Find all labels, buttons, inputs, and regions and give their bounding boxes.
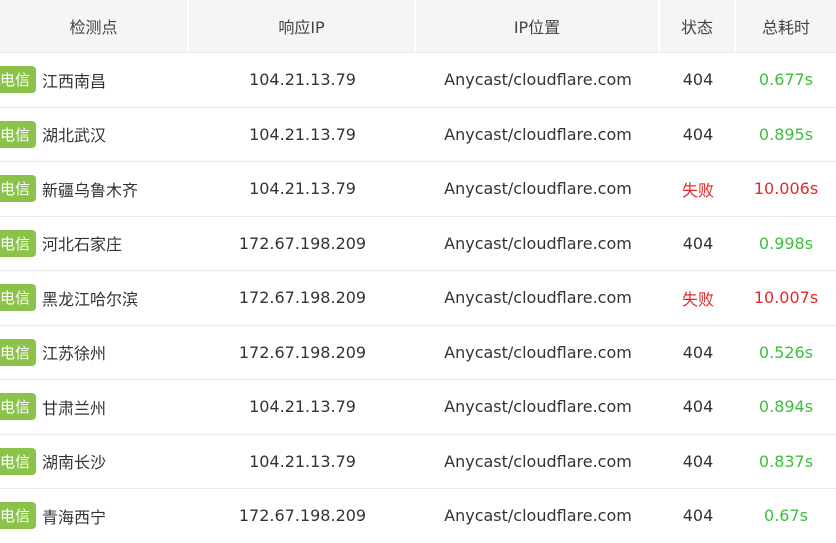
node-name: 黑龙江哈尔滨 <box>42 289 139 309</box>
total-time: 0.895s <box>758 124 814 144</box>
table-row[interactable]: 电信 黑龙江哈尔滨 172.67.198.209 Anycast/cloudfla… <box>0 270 836 325</box>
total-time: 0.67s <box>764 506 808 526</box>
response-ip: 104.21.13.79 <box>249 451 356 471</box>
node-name: 江西南昌 <box>42 71 107 91</box>
total-time: 10.007s <box>753 288 819 308</box>
response-ip: 172.67.198.209 <box>238 506 367 526</box>
ip-location: Anycast/cloudflare.com <box>444 506 632 526</box>
header-status[interactable]: 状态 <box>660 0 736 52</box>
isp-badge: 电信 <box>0 229 37 257</box>
isp-badge: 电信 <box>0 338 37 366</box>
table-row[interactable]: 电信 河北石家庄 172.67.198.209 Anycast/cloudflar… <box>0 215 836 270</box>
isp-badge: 电信 <box>0 284 37 312</box>
total-time: 0.894s <box>758 397 814 417</box>
status-code: 404 <box>682 70 714 90</box>
node-name: 湖北武汉 <box>42 126 107 146</box>
table-header: 检测点 响应IP IP位置 状态 总耗时 <box>0 0 836 52</box>
isp-badge: 电信 <box>0 447 37 475</box>
ip-location: Anycast/cloudflare.com <box>444 70 632 90</box>
isp-badge: 电信 <box>0 393 37 421</box>
node-name: 河北石家庄 <box>42 235 123 255</box>
status-code: 失败 <box>681 180 714 200</box>
total-time: 0.837s <box>758 451 814 471</box>
node-name: 新疆乌鲁木齐 <box>42 180 139 200</box>
response-ip: 172.67.198.209 <box>238 288 367 308</box>
node-name: 甘肃兰州 <box>42 398 107 418</box>
isp-badge: 电信 <box>0 175 37 203</box>
total-time: 0.526s <box>758 342 814 362</box>
ip-location: Anycast/cloudflare.com <box>444 451 632 471</box>
node-name: 湖南长沙 <box>42 453 107 473</box>
table-row[interactable]: 电信 新疆乌鲁木齐 104.21.13.79 Anycast/cloudflare… <box>0 161 836 216</box>
table-row[interactable]: 电信 湖北武汉 104.21.13.79 Anycast/cloudflare.c… <box>0 106 836 161</box>
table-row[interactable]: 电信 甘肃兰州 104.21.13.79 Anycast/cloudflare.c… <box>0 379 836 434</box>
table-row[interactable]: 电信 江西南昌 104.21.13.79 Anycast/cloudflare.c… <box>0 52 836 107</box>
response-ip: 172.67.198.209 <box>238 233 367 253</box>
status-code: 404 <box>682 342 714 362</box>
total-time: 0.998s <box>758 233 814 253</box>
header-node[interactable]: 检测点 <box>0 0 189 52</box>
header-ip[interactable]: 响应IP <box>189 0 416 52</box>
response-ip: 104.21.13.79 <box>249 70 356 90</box>
ip-location: Anycast/cloudflare.com <box>444 342 632 362</box>
node-name: 青海西宁 <box>42 507 107 527</box>
table-row[interactable]: 电信 青海西宁 172.67.198.209 Anycast/cloudflare… <box>0 488 836 543</box>
ip-location: Anycast/cloudflare.com <box>444 179 632 199</box>
isp-badge: 电信 <box>0 66 37 94</box>
ip-location: Anycast/cloudflare.com <box>444 233 632 253</box>
ip-location: Anycast/cloudflare.com <box>444 288 632 308</box>
table-row[interactable]: 电信 江苏徐州 172.67.198.209 Anycast/cloudflare… <box>0 324 836 379</box>
header-location[interactable]: IP位置 <box>416 0 660 52</box>
ip-location: Anycast/cloudflare.com <box>444 124 632 144</box>
status-code: 失败 <box>681 289 714 309</box>
node-name: 江苏徐州 <box>42 344 107 364</box>
status-code: 404 <box>682 506 714 526</box>
total-time: 0.677s <box>758 70 814 90</box>
status-code: 404 <box>682 451 714 471</box>
header-time[interactable]: 总耗时 <box>736 0 836 52</box>
status-code: 404 <box>682 233 714 253</box>
total-time: 10.006s <box>753 179 819 199</box>
table-row[interactable]: 电信 湖南长沙 104.21.13.79 Anycast/cloudflare.c… <box>0 433 836 488</box>
response-ip: 104.21.13.79 <box>249 124 356 144</box>
response-ip: 104.21.13.79 <box>249 179 356 199</box>
response-ip: 104.21.13.79 <box>249 397 356 417</box>
speed-test-table: 检测点 响应IP IP位置 状态 总耗时 电信 江西南昌 104.21.13.79… <box>0 0 836 543</box>
ip-location: Anycast/cloudflare.com <box>444 397 632 417</box>
status-code: 404 <box>682 397 714 417</box>
status-code: 404 <box>682 124 714 144</box>
isp-badge: 电信 <box>0 502 37 530</box>
isp-badge: 电信 <box>0 120 37 148</box>
response-ip: 172.67.198.209 <box>238 342 367 362</box>
